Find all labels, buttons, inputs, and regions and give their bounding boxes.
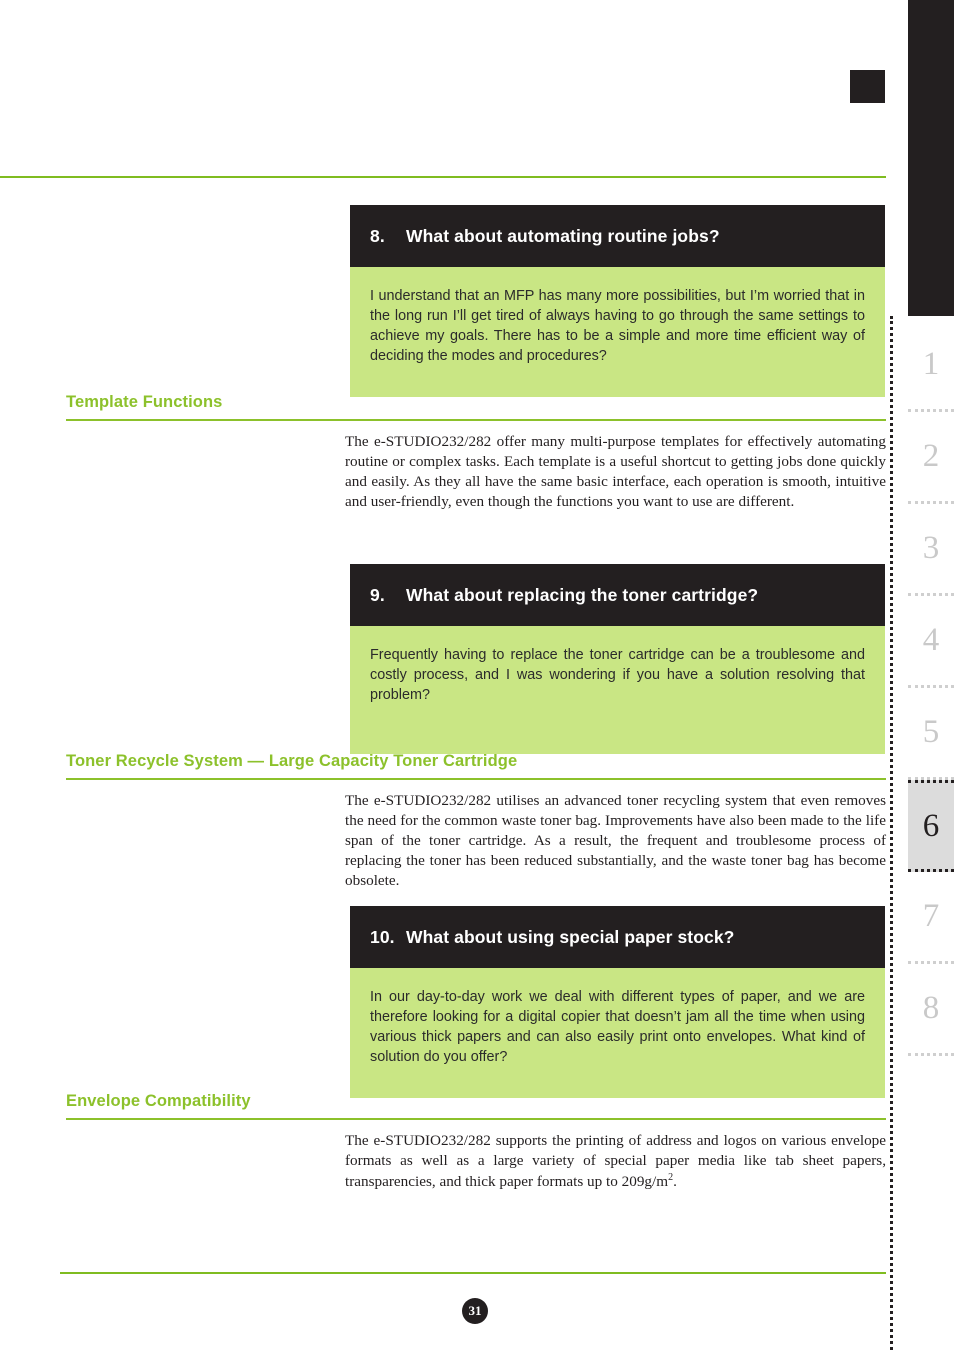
qa-question-header: 8. What about automating routine jobs? [350, 205, 885, 267]
chapter-rail-dotted-line [890, 316, 893, 1350]
chapter-tab-label: 2 [922, 438, 940, 474]
qa-answer-text: Frequently having to replace the toner c… [350, 626, 885, 754]
chapter-rail-header-bar [908, 0, 954, 316]
section-paragraph-toner-recycle-system: The e-STUDIO232/282 utilises an advanced… [345, 792, 886, 890]
qa-block-9: 9. What about replacing the toner cartrid… [350, 564, 885, 754]
chapter-tab-1[interactable]: 1 [908, 320, 954, 412]
chapter-tab-label: 8 [922, 990, 940, 1026]
chapter-tab-label: 5 [922, 714, 940, 750]
qa-question-text: What about using special paper stock? [406, 927, 735, 947]
qa-block-10: 10. What about using special paper stock?… [350, 906, 885, 1098]
section-underline [66, 419, 886, 421]
chapter-tab-4[interactable]: 4 [908, 596, 954, 688]
qa-question-text: What about automating routine jobs? [406, 226, 720, 246]
qa-question-header: 10. What about using special paper stock? [350, 906, 885, 968]
section-paragraph-envelope-compatibility: The e-STUDIO232/282 supports the printin… [345, 1131, 886, 1192]
section-title: Template Functions [66, 393, 223, 411]
chapter-tab-5[interactable]: 5 [908, 688, 954, 780]
chapter-rail-tabs: 1 2 3 4 5 6 7 8 [908, 320, 954, 1056]
paragraph-text-end: . [673, 1173, 677, 1191]
section-envelope-compatibility: Envelope Compatibility [66, 1092, 886, 1120]
qa-question-number: 8. [370, 226, 385, 246]
section-template-functions: Template Functions [66, 393, 886, 421]
qa-answer-text: In our day-to-day work we deal with diff… [350, 968, 885, 1098]
page-number-badge: 31 [462, 1298, 488, 1324]
chapter-tab-8[interactable]: 8 [908, 964, 954, 1056]
chapter-tab-6[interactable]: 6 [908, 780, 954, 872]
chapter-tab-3[interactable]: 3 [908, 504, 954, 596]
section-title: Envelope Compatibility [66, 1092, 251, 1110]
qa-question-number: 10. [370, 927, 395, 947]
section-underline [66, 1118, 886, 1120]
chapter-rail: 1 2 3 4 5 6 7 8 [890, 0, 954, 1350]
chapter-tab-label: 6 [922, 807, 940, 844]
section-title: Toner Recycle System — Large Capacity To… [66, 752, 518, 770]
paragraph-text-main: The e-STUDIO232/282 supports the printin… [345, 1132, 886, 1191]
chapter-tab-label: 7 [922, 898, 940, 934]
chapter-tab-2[interactable]: 2 [908, 412, 954, 504]
section-underline [66, 778, 886, 780]
qa-block-8: 8. What about automating routine jobs? I … [350, 205, 885, 397]
qa-question-number: 9. [370, 585, 385, 605]
chapter-tab-label: 1 [922, 346, 940, 382]
qa-answer-text: I understand that an MFP has many more p… [350, 267, 885, 397]
page-content: 8. What about automating routine jobs? I … [0, 0, 908, 1350]
chapter-tab-label: 4 [922, 622, 940, 658]
qa-question-header: 9. What about replacing the toner cartrid… [350, 564, 885, 626]
section-toner-recycle-system: Toner Recycle System — Large Capacity To… [66, 752, 886, 780]
chapter-tab-7[interactable]: 7 [908, 872, 954, 964]
qa-question-text: What about replacing the toner cartridge… [406, 585, 759, 605]
section-paragraph-template-functions: The e-STUDIO232/282 offer many multi-pur… [345, 433, 886, 511]
chapter-tab-label: 3 [922, 530, 940, 566]
